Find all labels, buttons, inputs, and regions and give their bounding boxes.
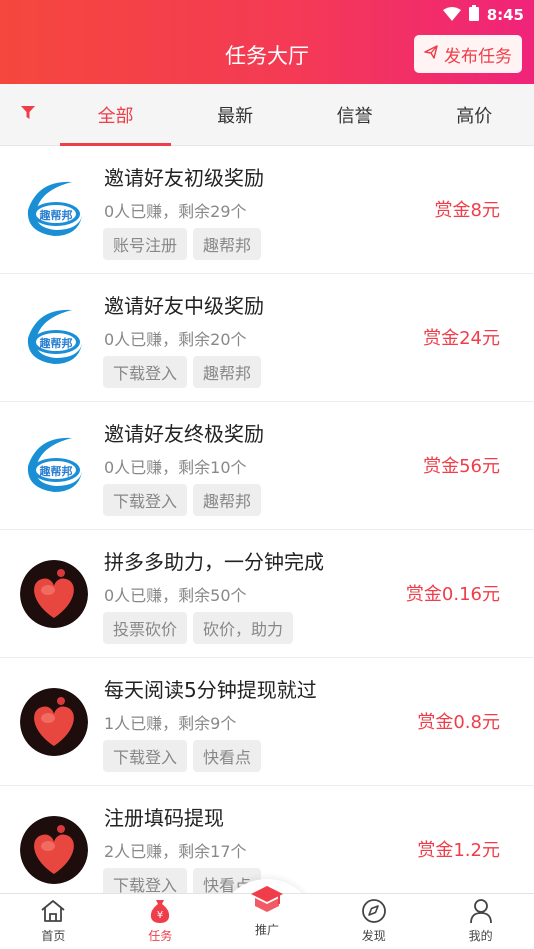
task-reward: 赏金8元 xyxy=(434,200,500,221)
task-reward: 赏金1.2元 xyxy=(417,840,500,861)
svg-text:趣帮邦: 趣帮邦 xyxy=(39,336,73,350)
nav-mine-label: 我的 xyxy=(468,929,493,943)
task-tags: 下载登入 趣帮邦 xyxy=(103,356,262,388)
task-item[interactable]: 拼多多助力，一分钟完成 0人已赚，剩余50个 投票砍价 砍价，助力 赏金0.16… xyxy=(0,530,534,658)
heart-avatar xyxy=(20,688,88,756)
task-title: 拼多多助力，一分钟完成 xyxy=(104,550,324,574)
nav-tasks-label: 任务 xyxy=(148,929,173,943)
nav-home[interactable]: 首页 xyxy=(0,894,107,949)
task-title: 邀请好友中级奖励 xyxy=(104,294,264,318)
task-tags: 账号注册 趣帮邦 xyxy=(103,228,262,260)
wifi-icon xyxy=(442,6,461,25)
task-item[interactable]: 趣帮邦 邀请好友中级奖励 0人已赚，剩余20个 下载登入 趣帮邦 赏金24元 xyxy=(0,274,534,402)
promote-icon xyxy=(249,885,285,913)
task-meta: 0人已赚，剩余10个 xyxy=(104,458,247,477)
status-bar: 8:45 xyxy=(442,4,524,26)
task-tag: 砍价，助力 xyxy=(193,612,294,644)
task-tags: 下载登入 趣帮邦 xyxy=(103,484,262,516)
send-icon xyxy=(424,44,438,64)
publish-task-button[interactable]: 发布任务 xyxy=(414,35,522,73)
heart-avatar xyxy=(20,816,88,884)
task-meta: 1人已赚，剩余9个 xyxy=(104,714,237,733)
nav-mine[interactable]: 我的 xyxy=(427,894,534,949)
tab-credibility[interactable]: 信誉 xyxy=(295,84,415,146)
funnel-icon xyxy=(20,105,35,124)
task-tag: 快看点 xyxy=(193,740,262,772)
task-tag: 下载登入 xyxy=(103,740,188,772)
task-list: 趣帮邦 邀请好友初级奖励 0人已赚，剩余29个 账号注册 趣帮邦 赏金8元 趣帮… xyxy=(0,146,534,893)
user-icon xyxy=(469,897,493,925)
nav-discover[interactable]: 发现 xyxy=(320,894,427,949)
heart-avatar xyxy=(20,560,88,628)
task-tag: 账号注册 xyxy=(103,228,188,260)
money-bag-icon: ¥ xyxy=(148,897,172,925)
svg-text:趣帮邦: 趣帮邦 xyxy=(39,464,73,478)
task-item[interactable]: 每天阅读5分钟提现就过 1人已赚，剩余9个 下载登入 快看点 赏金0.8元 xyxy=(0,658,534,786)
nav-tasks[interactable]: ¥ 任务 xyxy=(107,894,214,949)
tab-all[interactable]: 全部 xyxy=(56,84,176,146)
nav-promote[interactable]: 推广 xyxy=(214,886,321,949)
task-tags: 投票砍价 砍价，助力 xyxy=(103,612,294,644)
filter-tabs: 全部 最新 信誉 高价 xyxy=(0,84,534,146)
task-tag: 趣帮邦 xyxy=(193,228,262,260)
task-meta: 2人已赚，剩余17个 xyxy=(104,842,247,861)
tab-high-price[interactable]: 高价 xyxy=(414,84,534,146)
nav-home-label: 首页 xyxy=(41,929,66,943)
task-reward: 赏金56元 xyxy=(423,456,500,477)
task-tag: 下载登入 xyxy=(103,484,188,516)
qubangbang-logo: 趣帮邦 xyxy=(20,304,88,372)
bottom-nav: 首页 ¥ 任务 推广 发现 我的 xyxy=(0,886,534,949)
home-icon xyxy=(40,897,66,925)
task-item[interactable]: 注册填码提现 2人已赚，剩余17个 下载登入 快看点 赏金1.2元 xyxy=(0,786,534,893)
task-meta: 0人已赚，剩余20个 xyxy=(104,330,247,349)
qubangbang-logo: 趣帮邦 xyxy=(20,432,88,500)
task-tag: 下载登入 xyxy=(103,868,188,893)
task-tag: 下载登入 xyxy=(103,356,188,388)
publish-task-label: 发布任务 xyxy=(444,46,512,67)
task-tag: 投票砍价 xyxy=(103,612,188,644)
battery-icon xyxy=(468,5,479,25)
tab-newest[interactable]: 最新 xyxy=(175,84,295,146)
task-title: 邀请好友终极奖励 xyxy=(104,422,264,446)
task-item[interactable]: 趣帮邦 邀请好友终极奖励 0人已赚，剩余10个 下载登入 趣帮邦 赏金56元 xyxy=(0,402,534,530)
qubangbang-logo: 趣帮邦 xyxy=(20,176,88,244)
task-title: 邀请好友初级奖励 xyxy=(104,166,264,190)
task-reward: 赏金0.16元 xyxy=(405,584,500,605)
compass-icon xyxy=(361,897,387,925)
svg-text:¥: ¥ xyxy=(157,910,163,921)
task-item[interactable]: 趣帮邦 邀请好友初级奖励 0人已赚，剩余29个 账号注册 趣帮邦 赏金8元 xyxy=(0,146,534,274)
app-header: 8:45 任务大厅 发布任务 xyxy=(0,0,534,84)
task-tag: 趣帮邦 xyxy=(193,356,262,388)
task-meta: 0人已赚，剩余29个 xyxy=(104,202,247,221)
status-time: 8:45 xyxy=(486,6,524,24)
task-meta: 0人已赚，剩余50个 xyxy=(104,586,247,605)
nav-promote-label: 推广 xyxy=(254,923,279,937)
task-title: 注册填码提现 xyxy=(104,806,224,830)
svg-text:趣帮邦: 趣帮邦 xyxy=(39,208,73,222)
task-reward: 赏金0.8元 xyxy=(417,712,500,733)
task-tags: 下载登入 快看点 xyxy=(103,740,262,772)
task-reward: 赏金24元 xyxy=(423,328,500,349)
task-tag: 趣帮邦 xyxy=(193,484,262,516)
filter-button[interactable] xyxy=(0,84,56,146)
nav-discover-label: 发现 xyxy=(361,929,386,943)
task-title: 每天阅读5分钟提现就过 xyxy=(104,678,317,702)
